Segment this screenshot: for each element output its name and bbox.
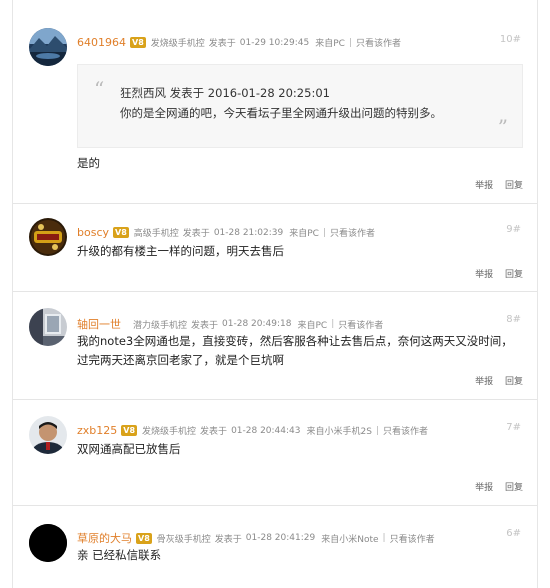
username-link[interactable]: 轴回一世	[77, 316, 121, 332]
report-button[interactable]: 举报	[475, 181, 493, 191]
username-link[interactable]: 6401964	[77, 36, 126, 49]
post-content: 我的note3全网通也是，直接变砖，然后客服各种让去售后点，奈何这两天又没时间，…	[77, 334, 513, 367]
divider: |	[348, 37, 352, 48]
divider: |	[322, 227, 327, 238]
post-floor-8: 轴回一世 潜力级手机控 发表于 01-28 20:49:18 来自PC | 只看…	[13, 292, 537, 400]
post-time: 01-28 20:41:29	[245, 533, 316, 543]
floor-number[interactable]: 10#	[500, 34, 521, 45]
reply-button[interactable]: 回复	[505, 483, 523, 493]
post-time: 01-29 10:29:45	[239, 37, 310, 48]
post-content: 是的	[77, 156, 100, 170]
post-actions: 举报 回复	[466, 480, 523, 493]
divider: |	[331, 319, 335, 329]
post-time: 01-28 20:49:18	[222, 319, 292, 329]
quote-block: “ 狂烈西风 发表于 2016-01-28 20:25:01 你的是全网通的吧，…	[77, 64, 523, 148]
post-source: 来自PC	[289, 229, 319, 239]
quote-header: 狂烈西风 发表于 2016-01-28 20:25:01	[120, 86, 330, 100]
report-button[interactable]: 举报	[475, 270, 493, 280]
post-meta: 轴回一世 潜力级手机控 发表于 01-28 20:49:18 来自PC | 只看…	[77, 316, 383, 332]
quote-body: 你的是全网通的吧，今天看坛子里全网通升级出问题的特别多。	[120, 106, 442, 120]
posted-label: 发表于	[191, 320, 219, 331]
level-badge: V8	[130, 37, 146, 48]
username-link[interactable]: 草原的大马	[77, 530, 132, 546]
floor-number[interactable]: 9#	[506, 224, 521, 235]
avatar-black-icon	[29, 524, 67, 562]
reply-button[interactable]: 回复	[505, 181, 523, 191]
only-author-link[interactable]: 只看该作者	[390, 532, 435, 545]
avatar-mountain-lake-icon	[29, 28, 67, 66]
level-badge: V8	[121, 425, 138, 436]
post-floor-6: 草原的大马 V8 骨灰级手机控 发表于 01-28 20:41:29 来自小米N…	[13, 506, 537, 588]
post-meta: boscy V8 高级手机控 发表于 01-28 21:02:39 来自PC |…	[77, 226, 375, 239]
avatar[interactable]	[29, 524, 67, 562]
avatar-man-portrait-icon	[29, 416, 67, 454]
avatar[interactable]	[29, 28, 67, 66]
open-quote-icon: “	[94, 77, 105, 101]
post-floor-10: 6401964 V8 发烧级手机控 发表于 01-29 10:29:45 来自P…	[13, 4, 537, 204]
post-source: 来自小米Note	[321, 534, 379, 545]
post-time: 01-28 21:02:39	[213, 227, 284, 238]
posted-label: 发表于	[200, 427, 228, 437]
level-badge: V8	[136, 532, 152, 544]
posted-label: 发表于	[182, 229, 210, 239]
user-group: 发烧级手机控	[142, 427, 197, 437]
post-content: 双网通高配已放售后	[77, 442, 181, 456]
only-author-link[interactable]: 只看该作者	[383, 424, 428, 437]
post-floor-7: zxb125 V8 发烧级手机控 发表于 01-28 20:44:43 来自小米…	[13, 400, 537, 506]
post-content: 亲 已经私信联系	[77, 548, 162, 562]
avatar-room-icon	[29, 308, 67, 346]
only-author-link[interactable]: 只看该作者	[356, 36, 401, 49]
user-group: 高级手机控	[133, 229, 179, 239]
avatar[interactable]	[29, 416, 67, 454]
post-actions: 举报 回复	[466, 178, 523, 191]
divider: |	[375, 425, 379, 436]
report-button[interactable]: 举报	[475, 483, 493, 493]
only-author-link[interactable]: 只看该作者	[330, 226, 375, 239]
avatar-game-logo-icon	[29, 218, 67, 256]
post-time: 01-28 20:44:43	[231, 425, 301, 436]
posted-label: 发表于	[208, 39, 236, 49]
floor-number[interactable]: 6#	[506, 528, 521, 539]
reply-button[interactable]: 回复	[505, 377, 523, 387]
user-group: 骨灰级手机控	[156, 534, 211, 545]
post-source: 来自PC	[297, 320, 328, 331]
post-actions: 举报 回复	[466, 374, 523, 387]
post-list: 6401964 V8 发烧级手机控 发表于 01-29 10:29:45 来自P…	[12, 0, 538, 588]
posted-label: 发表于	[214, 534, 242, 545]
post-content: 升级的都有楼主一样的问题，明天去售后	[77, 244, 284, 258]
only-author-link[interactable]: 只看该作者	[338, 318, 383, 331]
post-meta: 草原的大马 V8 骨灰级手机控 发表于 01-28 20:41:29 来自小米N…	[77, 530, 435, 546]
username-link[interactable]: zxb125	[77, 424, 117, 437]
user-group: 潜力级手机控	[133, 320, 188, 331]
username-link[interactable]: boscy	[77, 226, 109, 239]
post-meta: 6401964 V8 发烧级手机控 发表于 01-29 10:29:45 来自P…	[77, 36, 401, 49]
report-button[interactable]: 举报	[475, 377, 493, 387]
post-source: 来自小米手机2S	[306, 427, 372, 437]
reply-button[interactable]: 回复	[505, 270, 523, 280]
post-source: 来自PC	[315, 39, 345, 49]
close-quote-icon: ”	[497, 115, 508, 139]
user-group: 发烧级手机控	[150, 39, 205, 49]
floor-number[interactable]: 7#	[506, 422, 521, 433]
divider: |	[382, 533, 386, 543]
post-actions: 举报 回复	[466, 267, 523, 280]
floor-number[interactable]: 8#	[506, 314, 521, 325]
avatar[interactable]	[29, 218, 67, 256]
post-floor-9: boscy V8 高级手机控 发表于 01-28 21:02:39 来自PC |…	[13, 204, 537, 292]
avatar[interactable]	[29, 308, 67, 346]
level-badge: V8	[113, 227, 129, 238]
post-meta: zxb125 V8 发烧级手机控 发表于 01-28 20:44:43 来自小米…	[77, 424, 428, 437]
